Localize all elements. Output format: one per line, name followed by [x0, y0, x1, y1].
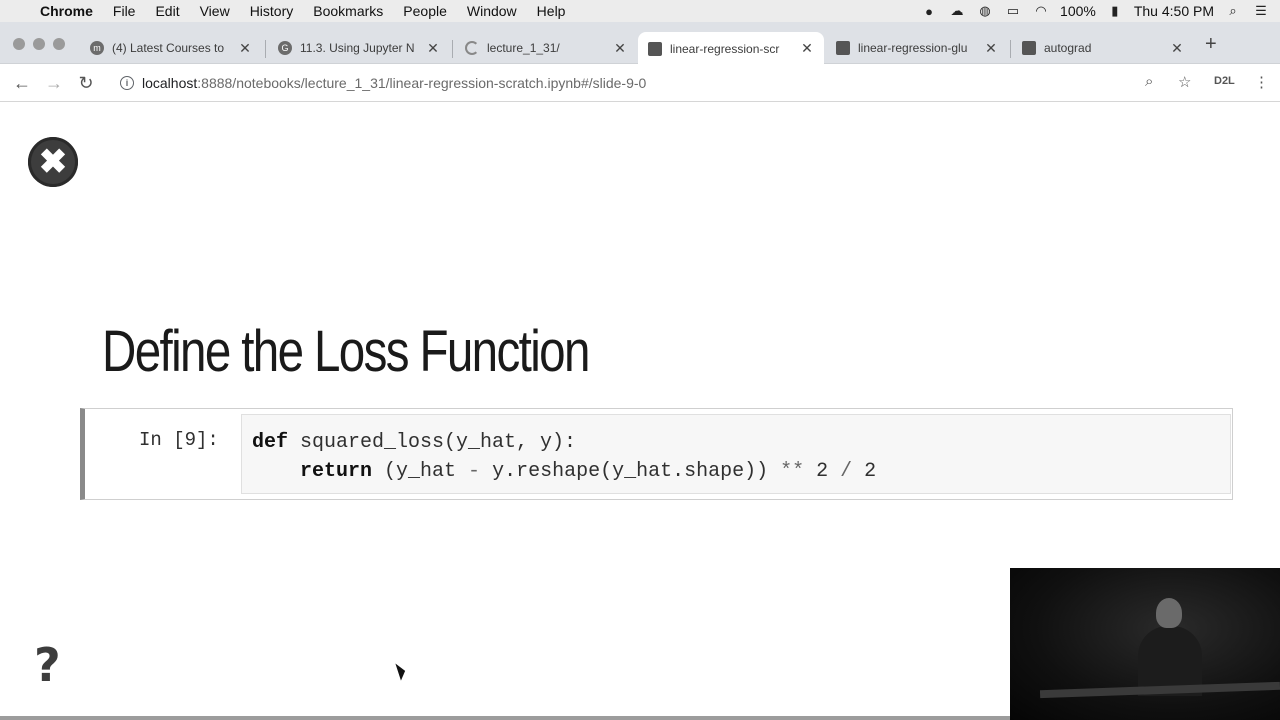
loading-icon	[465, 41, 479, 55]
browser-toolbar: ← → ↻ i localhost:8888/notebooks/lecture…	[0, 64, 1280, 102]
reload-icon[interactable]: ↻	[76, 73, 96, 93]
menu-bookmarks[interactable]: Bookmarks	[303, 0, 393, 22]
battery-icon[interactable]: ▮	[1106, 3, 1124, 18]
code-editor[interactable]: def squared_loss(y_hat, y): return (y_ha…	[241, 414, 1231, 494]
tab-autograd[interactable]: autograd ✕	[1012, 32, 1194, 64]
menu-chrome[interactable]: Chrome	[34, 0, 103, 22]
spotlight-search-icon[interactable]: ⌕	[1224, 3, 1242, 18]
medium-favicon-icon: m	[90, 41, 104, 55]
menubar-status-area: ● ☁ ◍ ▭ ◠ 100% ▮ Thu 4:50 PM ⌕ ☰	[920, 0, 1280, 22]
new-tab-button[interactable]: +	[1205, 34, 1217, 54]
slide-title: Define the Loss Function	[102, 319, 590, 384]
tab-close-icon[interactable]: ✕	[613, 40, 627, 57]
close-window-icon[interactable]	[13, 38, 25, 50]
screen-recorder-icon[interactable]: ●	[920, 4, 938, 19]
tab-close-icon[interactable]: ✕	[1170, 40, 1184, 57]
code-line-2: return (y_hat - y.reshape(y_hat.shape)) …	[252, 457, 1230, 486]
tab-close-icon[interactable]: ✕	[984, 40, 998, 57]
tab-label: linear-regression-scr	[670, 41, 780, 56]
battery-percentage: 100%	[1060, 3, 1096, 19]
code-keyword-return: return	[300, 460, 373, 483]
book-icon	[648, 41, 662, 56]
code-text: (y_hat	[372, 460, 469, 483]
tab-label: linear-regression-glu	[858, 41, 968, 55]
address-bar[interactable]: i localhost:8888/notebooks/lecture_1_31/…	[110, 69, 1210, 97]
tab-separator	[1010, 40, 1011, 58]
globe-icon[interactable]: ◍	[976, 3, 994, 18]
code-keyword-def: def	[252, 431, 289, 454]
menu-history[interactable]: History	[240, 0, 304, 22]
url-host: localhost	[142, 75, 198, 91]
book-icon	[836, 41, 850, 55]
book-icon	[1022, 41, 1036, 55]
tab-label: 11.3. Using Jupyter N	[300, 41, 415, 55]
menu-people[interactable]: People	[393, 0, 457, 22]
tab-using-jupyter[interactable]: G 11.3. Using Jupyter N ✕	[268, 32, 450, 64]
url-path: :8888/notebooks/lecture_1_31/linear-regr…	[197, 75, 647, 91]
wifi-icon[interactable]: ◠	[1032, 3, 1050, 18]
menubar-clock[interactable]: Thu 4:50 PM	[1134, 3, 1214, 19]
mouse-cursor-icon	[395, 661, 408, 681]
zoom-window-icon[interactable]	[53, 38, 65, 50]
code-operator-divide: /	[840, 460, 853, 483]
notification-center-icon[interactable]: ☰	[1252, 3, 1270, 18]
tab-close-icon[interactable]: ✕	[238, 40, 252, 57]
code-operator-minus: -	[468, 460, 481, 483]
cell-input-prompt: In [9]:	[139, 429, 219, 451]
code-number: 2	[804, 460, 841, 483]
mac-menu-bar: Chrome File Edit View History Bookmarks …	[0, 0, 1280, 22]
tab-label: autograd	[1044, 41, 1092, 55]
forward-arrow-icon[interactable]: →	[44, 73, 64, 93]
close-slideshow-button[interactable]: ✖	[28, 137, 78, 187]
minimize-window-icon[interactable]	[33, 38, 45, 50]
code-line-1: def squared_loss(y_hat, y):	[252, 428, 1230, 457]
code-number: 2	[852, 460, 877, 483]
code-text: squared_loss(y_hat, y):	[288, 431, 577, 454]
airplay-icon[interactable]: ▭	[1004, 3, 1022, 18]
tab-linear-regression-gluon[interactable]: linear-regression-glu ✕	[826, 32, 1008, 64]
code-operator-power: **	[780, 460, 805, 483]
cloud-icon[interactable]: ☁	[948, 3, 966, 18]
back-arrow-icon[interactable]: ←	[12, 73, 32, 93]
tab-label: lecture_1_31/	[487, 41, 560, 55]
chrome-menu-icon[interactable]: ⋮	[1254, 73, 1269, 91]
tab-label: (4) Latest Courses to	[112, 41, 225, 55]
menu-edit[interactable]: Edit	[145, 0, 189, 22]
tab-separator	[265, 40, 266, 58]
tab-close-icon[interactable]: ✕	[426, 40, 440, 57]
code-cell[interactable]: In [9]: def squared_loss(y_hat, y): retu…	[80, 408, 1233, 500]
menu-help[interactable]: Help	[527, 0, 576, 22]
slide-progress-bar	[0, 716, 1010, 720]
tab-close-icon[interactable]: ✕	[800, 40, 814, 57]
browser-tab-strip: m (4) Latest Courses to ✕ G 11.3. Using …	[0, 22, 1280, 65]
tab-lecture-folder[interactable]: lecture_1_31/ ✕	[455, 32, 637, 64]
code-text: y.reshape(y_hat.shape))	[480, 460, 781, 483]
help-button[interactable]: ?	[34, 638, 61, 692]
menu-file[interactable]: File	[103, 0, 146, 22]
window-controls	[13, 38, 65, 50]
google-favicon-icon: G	[278, 41, 292, 55]
menu-view[interactable]: View	[190, 0, 240, 22]
menu-window[interactable]: Window	[457, 0, 527, 22]
site-info-icon[interactable]: i	[120, 76, 134, 90]
bookmark-star-icon[interactable]: ☆	[1178, 73, 1191, 91]
tab-separator	[452, 40, 453, 58]
presenter-head	[1156, 598, 1182, 628]
zoom-magnifier-icon[interactable]: ⌕	[1145, 73, 1153, 90]
tab-linear-regression-scratch[interactable]: linear-regression-scr ✕	[638, 32, 824, 65]
tab-latest-courses[interactable]: m (4) Latest Courses to ✕	[80, 32, 262, 64]
d2l-extension-button[interactable]: D2L	[1214, 75, 1235, 87]
webcam-overlay	[1010, 568, 1280, 720]
